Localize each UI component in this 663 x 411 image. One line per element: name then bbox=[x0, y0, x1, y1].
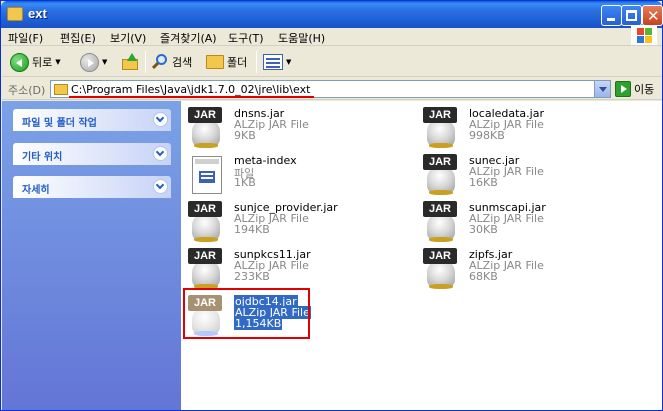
menu-bar: 파일(F) 편집(E) 보기(V) 즐겨찾기(A) 도구(T) 도움말(H) bbox=[2, 28, 662, 46]
title-bar[interactable]: ext ✕ bbox=[1, 1, 663, 28]
menu-favorites[interactable]: 즐겨찾기(A) bbox=[160, 30, 217, 46]
jar-icon: JAR bbox=[188, 201, 228, 243]
jar-icon: JAR bbox=[423, 107, 463, 149]
panel-file-folder-tasks[interactable]: 파일 및 폴더 작업 bbox=[13, 109, 171, 131]
file-size: 1KB bbox=[234, 176, 256, 189]
jar-icon: JAR bbox=[423, 154, 463, 196]
menu-tools[interactable]: 도구(T) bbox=[228, 30, 264, 46]
address-path: C:\Program Files\Java\jdk1.7.0_02\jre\li… bbox=[71, 83, 311, 96]
file-item[interactable]: JAR sunjce_provider.jar ALZip JAR File 1… bbox=[184, 201, 404, 245]
toolbar-separator bbox=[256, 51, 257, 73]
folder-icon bbox=[206, 55, 224, 69]
up-folder-icon bbox=[122, 53, 140, 71]
file-item[interactable]: JAR localedata.jar ALZip JAR File 998KB bbox=[419, 107, 639, 151]
file-item[interactable]: JAR dnsns.jar ALZip JAR File 9KB bbox=[184, 107, 404, 151]
file-item[interactable]: JAR sunec.jar ALZip JAR File 16KB bbox=[419, 154, 639, 198]
search-icon bbox=[151, 53, 169, 71]
menu-help[interactable]: 도움말(H) bbox=[278, 30, 325, 46]
panel-details[interactable]: 자세히 bbox=[13, 176, 171, 198]
file-size: 233KB bbox=[234, 270, 270, 283]
go-arrow-icon bbox=[615, 81, 631, 97]
file-size: 194KB bbox=[234, 223, 270, 236]
path-annotation-underline bbox=[69, 96, 314, 98]
file-item[interactable]: meta-index 파일 1KB bbox=[184, 154, 404, 198]
explorer-window: ext ✕ 파일(F) 편집(E) 보기(V) 즐겨찾기(A) 도구(T) 도움… bbox=[0, 0, 663, 411]
forward-arrow-icon bbox=[80, 52, 99, 72]
back-button[interactable]: 뒤로 ▼ bbox=[10, 50, 61, 74]
go-label: 이동 bbox=[634, 83, 655, 96]
task-pane: 파일 및 폴더 작업 기타 위치 자세히 bbox=[2, 101, 181, 410]
panel-label: 기타 위치 bbox=[22, 152, 63, 163]
chevron-down-icon: ▼ bbox=[55, 58, 61, 66]
chevron-down-icon: ▼ bbox=[286, 58, 292, 66]
menu-edit[interactable]: 편집(E) bbox=[60, 30, 96, 46]
jar-icon: JAR bbox=[423, 248, 463, 290]
address-bar: 주소(D) C:\Program Files\Java\jdk1.7.0_02\… bbox=[2, 78, 662, 100]
search-button[interactable]: 검색 bbox=[151, 50, 192, 74]
minimize-button[interactable] bbox=[601, 5, 622, 26]
chevron-down-icon[interactable] bbox=[153, 112, 168, 127]
address-dropdown-button[interactable] bbox=[594, 81, 610, 97]
folders-label: 폴더 bbox=[227, 56, 248, 69]
address-input[interactable]: C:\Program Files\Java\jdk1.7.0_02\jre\li… bbox=[50, 80, 611, 98]
back-arrow-icon bbox=[10, 52, 29, 72]
file-size: 9KB bbox=[234, 129, 256, 142]
windows-logo-icon bbox=[631, 25, 657, 45]
search-label: 검색 bbox=[172, 56, 193, 69]
file-icon bbox=[188, 154, 228, 196]
file-size: 68KB bbox=[469, 270, 498, 283]
close-icon: ✕ bbox=[647, 7, 660, 25]
minimize-icon bbox=[607, 18, 615, 21]
panel-label: 자세히 bbox=[22, 185, 50, 196]
up-folder-button[interactable] bbox=[122, 50, 140, 74]
jar-icon: JAR bbox=[423, 201, 463, 243]
annotation-highlight-box bbox=[183, 288, 310, 339]
file-list: JAR dnsns.jar ALZip JAR File 9KB meta-in… bbox=[181, 101, 662, 410]
chevron-down-icon[interactable] bbox=[153, 146, 168, 161]
back-label: 뒤로 bbox=[32, 56, 53, 69]
close-button[interactable]: ✕ bbox=[642, 5, 663, 26]
folder-icon bbox=[7, 7, 23, 21]
file-item[interactable]: JAR sunmscapi.jar ALZip JAR File 30KB bbox=[419, 201, 639, 245]
folders-button[interactable]: 폴더 bbox=[206, 50, 247, 74]
menu-file[interactable]: 파일(F) bbox=[8, 30, 43, 46]
toolbar: 뒤로 ▼ ▼ 검색 폴더 ▼ bbox=[2, 47, 662, 77]
forward-button[interactable]: ▼ bbox=[80, 50, 107, 74]
file-item[interactable]: JAR zipfs.jar ALZip JAR File 68KB bbox=[419, 248, 639, 292]
file-item[interactable]: JAR sunpkcs11.jar ALZip JAR File 233KB bbox=[184, 248, 404, 292]
views-icon bbox=[263, 54, 283, 70]
address-label: 주소(D) bbox=[8, 84, 46, 97]
views-button[interactable]: ▼ bbox=[263, 50, 291, 74]
file-size: 30KB bbox=[469, 223, 498, 236]
maximize-icon bbox=[626, 10, 637, 21]
jar-icon: JAR bbox=[188, 107, 228, 149]
panel-other-places[interactable]: 기타 위치 bbox=[13, 143, 171, 165]
file-size: 16KB bbox=[469, 176, 498, 189]
window-title: ext bbox=[28, 6, 47, 21]
folder-icon bbox=[54, 84, 68, 95]
menu-view[interactable]: 보기(V) bbox=[110, 30, 146, 46]
maximize-button[interactable] bbox=[621, 5, 642, 26]
toolbar-separator bbox=[145, 51, 146, 73]
panel-label: 파일 및 폴더 작업 bbox=[22, 118, 97, 129]
go-button[interactable]: 이동 bbox=[615, 81, 654, 97]
chevron-down-icon: ▼ bbox=[102, 58, 108, 66]
chevron-down-icon[interactable] bbox=[153, 179, 168, 194]
file-size: 998KB bbox=[469, 129, 505, 142]
jar-icon: JAR bbox=[188, 248, 228, 290]
